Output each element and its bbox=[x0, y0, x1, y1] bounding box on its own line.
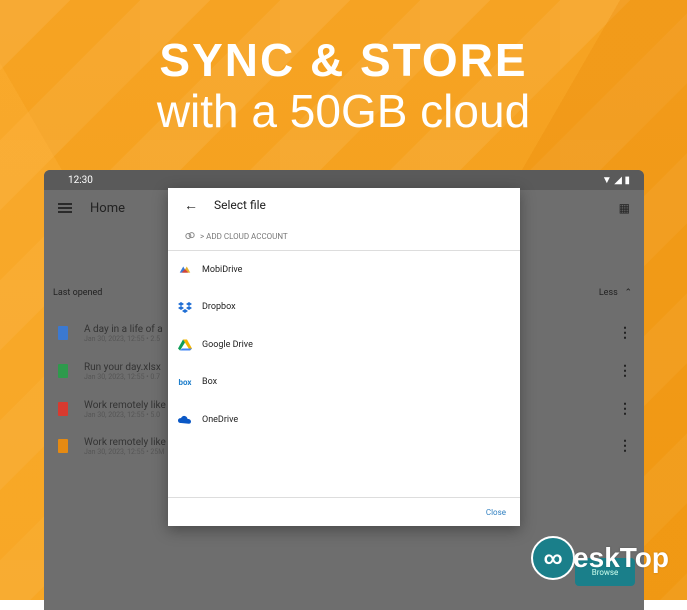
dialog-title: Select file bbox=[214, 198, 266, 212]
battery-icon: ▮ bbox=[624, 174, 630, 186]
back-arrow-icon[interactable]: ← bbox=[184, 197, 214, 214]
app-title: Home bbox=[90, 200, 125, 216]
headline-line2: with a 50GB cloud bbox=[156, 85, 531, 137]
add-cloud-account[interactable]: > ADD CLOUD ACCOUNT bbox=[168, 222, 520, 251]
menu-icon[interactable] bbox=[58, 203, 72, 213]
headline: SYNC & STORE with a 50GB cloud bbox=[0, 34, 687, 136]
section-toggle[interactable]: Less ⌃ bbox=[599, 288, 632, 298]
provider-mobidrive[interactable]: MobiDrive bbox=[168, 251, 520, 289]
provider-dropbox[interactable]: Dropbox bbox=[168, 289, 520, 327]
grid-view-icon[interactable]: ▦ bbox=[619, 201, 630, 215]
onedrive-icon bbox=[178, 415, 191, 424]
watermark-text: eskTop bbox=[573, 542, 669, 573]
cloud-settings-icon bbox=[185, 232, 195, 239]
google-drive-icon bbox=[178, 339, 192, 351]
select-file-dialog: ← Select file > ADD CLOUD ACCOUNT MobiDr… bbox=[168, 188, 520, 526]
more-options-icon[interactable]: ⋮ bbox=[618, 438, 632, 454]
status-bar: 12:30 ▼ ◢ ▮ bbox=[44, 170, 644, 190]
section-title: Last opened bbox=[53, 288, 103, 298]
wifi-icon: ▼ bbox=[601, 174, 612, 186]
file-meta: Jan 30, 2023, 12:55 • 0.7 bbox=[84, 372, 161, 381]
dropbox-icon bbox=[178, 302, 192, 314]
provider-label: Dropbox bbox=[202, 302, 236, 313]
add-cloud-label: > ADD CLOUD ACCOUNT bbox=[200, 231, 288, 241]
pdf-icon bbox=[58, 402, 68, 416]
provider-google-drive[interactable]: Google Drive bbox=[168, 326, 520, 364]
file-name: Run your day.xlsx bbox=[84, 361, 161, 373]
provider-label: Google Drive bbox=[202, 339, 253, 350]
provider-onedrive[interactable]: OneDrive bbox=[168, 401, 520, 439]
dialog-footer: Close bbox=[168, 497, 520, 526]
document-icon bbox=[58, 326, 68, 340]
more-options-icon[interactable]: ⋮ bbox=[618, 325, 632, 341]
status-time: 12:30 bbox=[68, 174, 93, 186]
status-icons: ▼ ◢ ▮ bbox=[602, 175, 630, 186]
headline-line1: SYNC & STORE bbox=[159, 34, 528, 86]
provider-box[interactable]: box Box bbox=[168, 364, 520, 402]
mobidrive-icon bbox=[179, 266, 191, 273]
more-options-icon[interactable]: ⋮ bbox=[618, 363, 632, 379]
watermark-logo: ∞ eskTop bbox=[531, 536, 669, 580]
file-name: Work remotely like bbox=[84, 399, 166, 411]
provider-label: OneDrive bbox=[202, 414, 239, 425]
provider-label: MobiDrive bbox=[202, 264, 243, 275]
signal-icon: ◢ bbox=[614, 174, 622, 186]
provider-label: Box bbox=[202, 377, 218, 388]
file-name: A day in a life of a bbox=[84, 323, 163, 335]
more-options-icon[interactable]: ⋮ bbox=[618, 401, 632, 417]
box-icon: box bbox=[178, 377, 192, 387]
file-meta: Jan 30, 2023, 12:55 • 25M bbox=[84, 447, 165, 456]
presentation-icon bbox=[58, 439, 68, 453]
file-meta: Jan 30, 2023, 12:55 • 2.5 bbox=[84, 334, 161, 343]
chevron-up-icon: ⌃ bbox=[624, 288, 632, 298]
dialog-header: ← Select file bbox=[168, 188, 520, 222]
file-name: Work remotely like bbox=[84, 436, 166, 448]
file-meta: Jan 30, 2023, 12:55 • 5.0 bbox=[84, 410, 161, 419]
watermark-circle-icon: ∞ bbox=[531, 536, 576, 580]
spreadsheet-icon bbox=[58, 364, 68, 378]
close-button[interactable]: Close bbox=[486, 508, 506, 517]
